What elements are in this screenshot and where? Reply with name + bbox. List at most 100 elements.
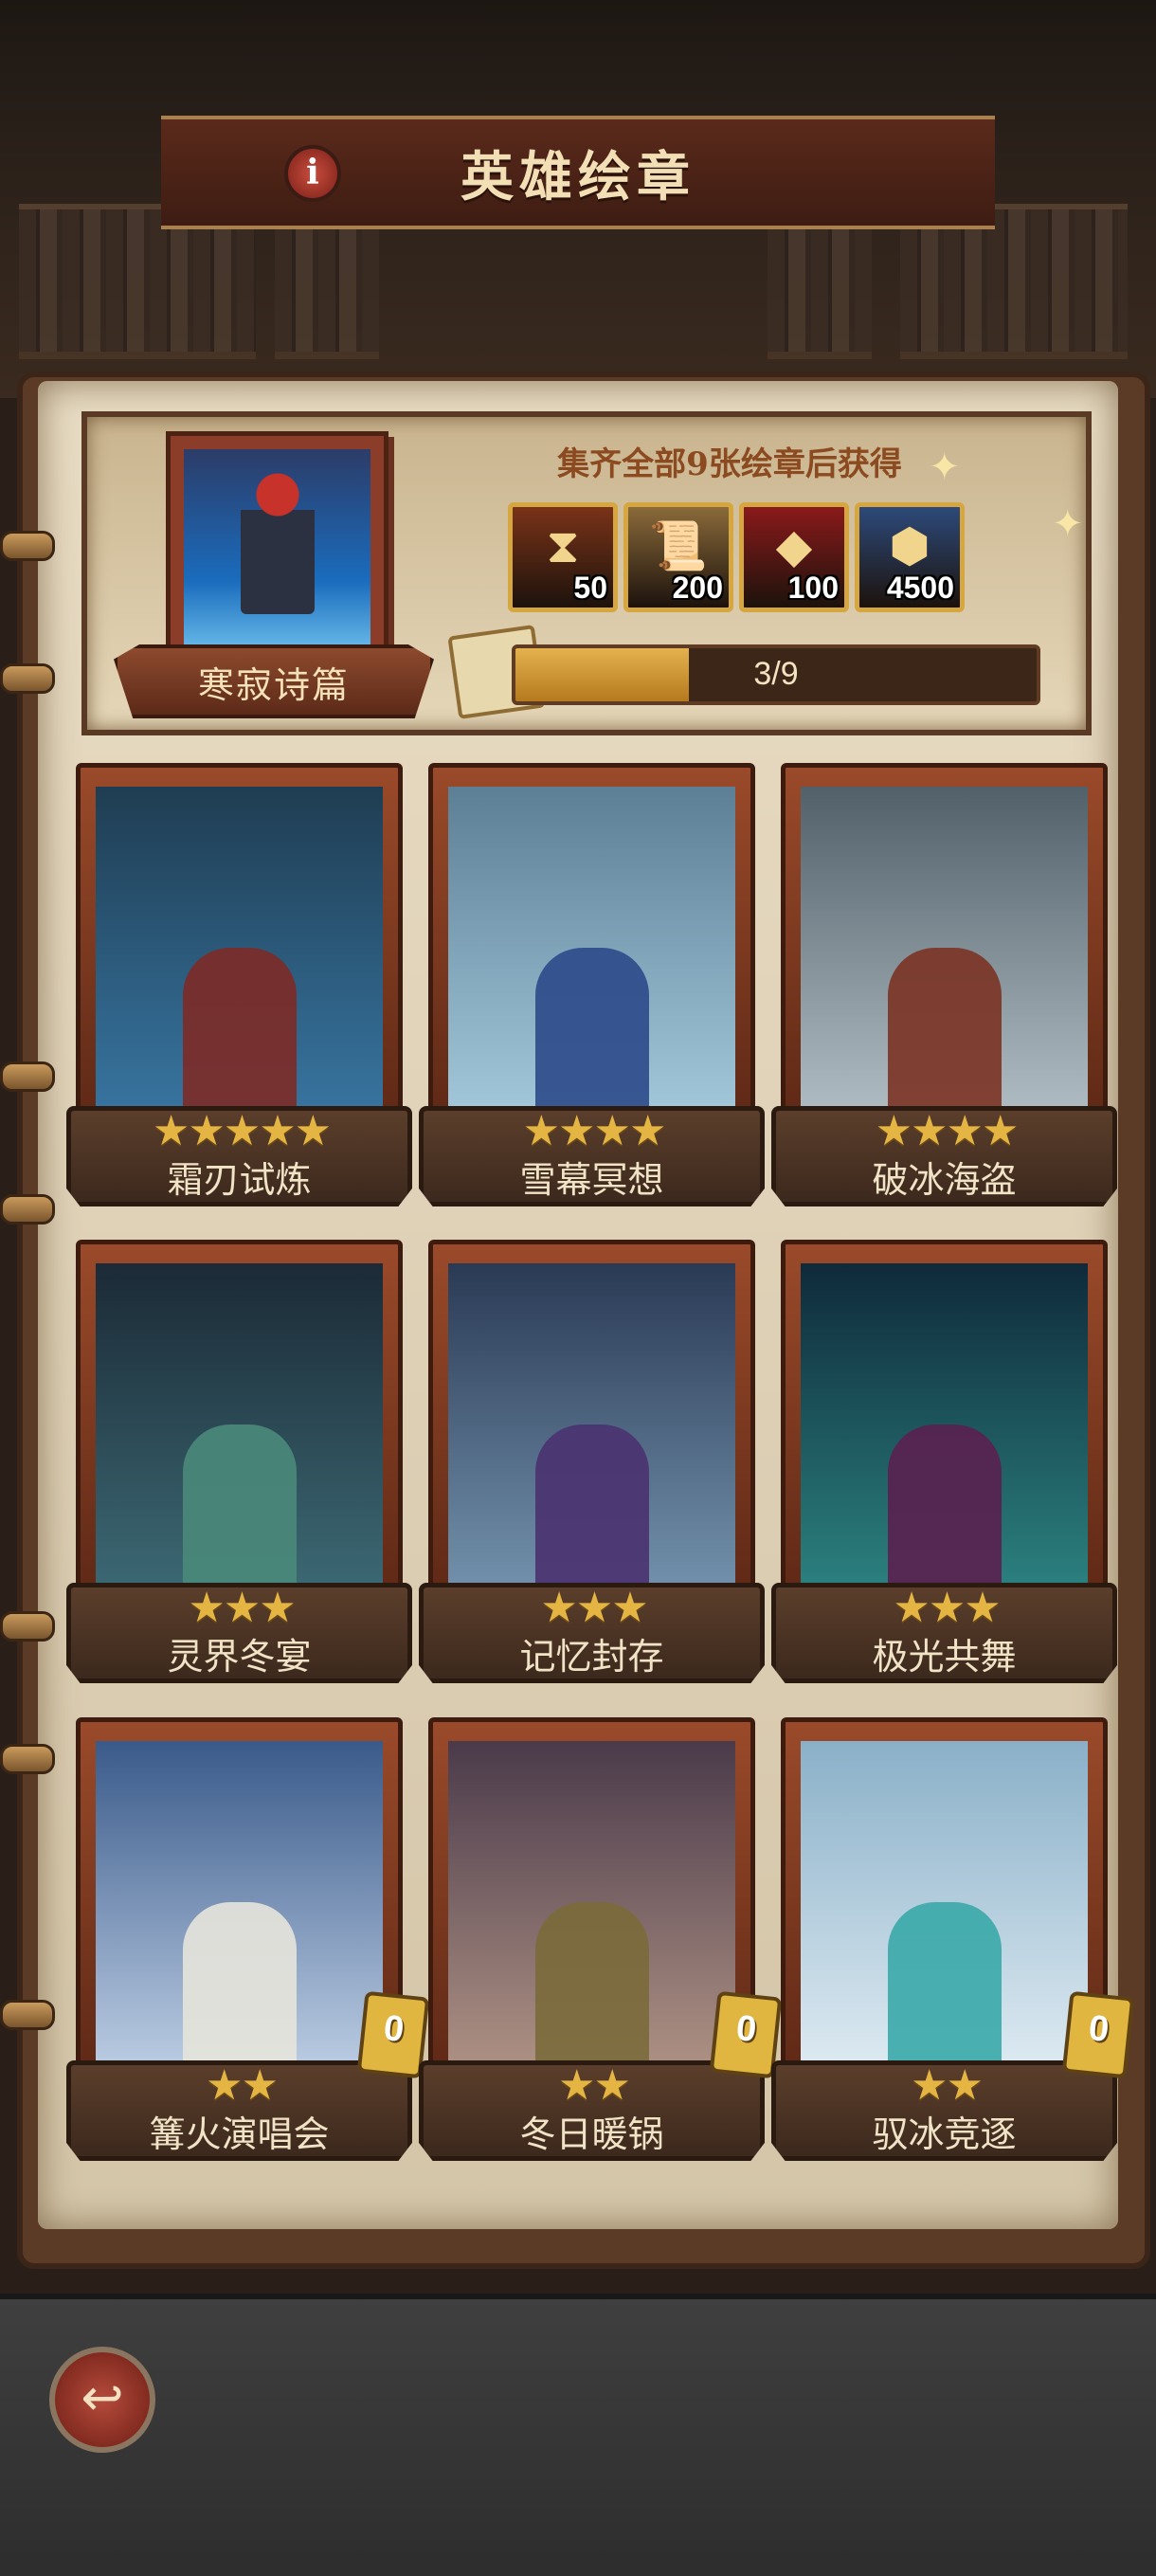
hero-card[interactable]: ★★★★ 雪幕冥想 [419,763,765,1206]
hero-card[interactable]: ★★★ 记忆封存 [419,1240,765,1683]
hero-figure [534,1424,649,1605]
hero-card[interactable]: ★★ 冬日暖锅 0 [419,1717,783,2161]
card-frame [76,763,403,1152]
card-label-plate: ★★ 篝火演唱会 [66,2060,412,2161]
card-label-plate: ★★★ 灵界冬宴 [66,1583,412,1683]
card-illustration [448,787,735,1147]
hero-card[interactable]: ★★ 驭冰竞逐 0 [771,1717,1135,2161]
hero-figure [887,1424,1002,1605]
reward-item[interactable]: ⬢ 4500 [855,502,965,612]
collection-progress-bar: 3/9 [512,644,1040,705]
back-button[interactable]: ↩ [49,2347,155,2453]
star-icon: ★ [611,1585,649,1631]
star-icon: ★ [946,1108,984,1154]
star-icon: ★ [893,1585,930,1631]
reward-item[interactable]: ◆ 100 [739,502,849,612]
star-icon: ★ [522,1108,561,1154]
star-icon: ★ [241,2062,280,2109]
card-illustration [801,1741,1088,2101]
star-icon: ★ [188,1108,226,1154]
card-count-badge: 0 [356,1990,430,2079]
hero-card[interactable]: ★★★ 灵界冬宴 [66,1240,412,1683]
star-icon: ★ [223,1585,262,1631]
card-illustration [96,1263,383,1624]
hero-figure [887,1902,1002,2082]
reward-count: 100 [787,571,839,605]
binder-ring [0,1744,55,1774]
binder-ring [0,1194,55,1225]
star-rating: ★★ [71,2061,407,2110]
reward-item[interactable]: 📜 200 [623,502,733,612]
star-icon: ★ [981,1108,1020,1154]
card-label-plate: ★★★★★ 霜刃试炼 [66,1106,412,1206]
star-icon: ★ [540,1585,578,1631]
star-icon: ★ [911,2062,948,2109]
card-count-badge: 0 [709,1990,783,2079]
hero-card[interactable]: ★★ 篝火演唱会 0 [66,1717,430,2161]
star-icon: ★ [152,1108,190,1154]
card-name: 冬日暖锅 [519,2115,664,2155]
card-illustration [801,1263,1088,1624]
star-icon: ★ [593,1108,632,1154]
star-rating: ★★★ [424,1584,760,1632]
star-icon: ★ [206,2062,244,2109]
card-frame [428,1717,755,2106]
card-count: 0 [733,2008,759,2051]
star-rating: ★★★★ [424,1107,760,1155]
album-name-ribbon: 寒寂诗篇 [114,644,434,718]
scroll-icon: 📜 [648,519,709,572]
hero-figure [887,948,1002,1128]
card-name: 记忆封存 [519,1638,664,1678]
star-rating: ★★★★ [776,1107,1112,1155]
card-illustration [96,1741,383,2101]
red-gem-icon: ◆ [775,519,813,572]
hero-figure [182,1424,297,1605]
star-icon: ★ [259,1108,297,1154]
star-icon: ★ [946,2062,984,2109]
star-rating: ★★★ [71,1584,407,1632]
card-illustration [96,787,383,1147]
card-name: 霜刃试炼 [167,1161,312,1201]
reward-count: 50 [573,571,607,605]
star-rating: ★★ [776,2061,1112,2110]
sparkle-icon: ✦ [929,446,961,488]
reward-count: 4500 [886,571,954,605]
star-icon: ★ [875,1108,913,1154]
card-frame [76,1240,403,1628]
star-icon: ★ [294,1108,333,1154]
hourglass-icon: ⧗ [546,519,580,572]
card-count: 0 [381,2008,406,2051]
album-cover-art [184,449,370,669]
card-frame [781,763,1108,1152]
ore-icon: ⬢ [889,519,930,572]
binder-ring [0,663,55,694]
binder-ring [0,1061,55,1092]
reward-title: 集齐全部9张绘章后获得 [557,445,902,483]
hero-figure [534,1902,649,2082]
album-name: 寒寂诗篇 [197,663,350,706]
hero-card[interactable]: ★★★★★ 霜刃试炼 [66,763,412,1206]
star-icon: ★ [964,1585,1002,1631]
reward-item[interactable]: ⧗ 50 [508,502,618,612]
star-rating: ★★★★★ [71,1107,407,1155]
card-name: 篝火演唱会 [149,2115,330,2155]
page-title: 英雄绘章 [461,145,695,209]
card-label-plate: ★★★★ 雪幕冥想 [419,1106,765,1206]
card-name: 雪幕冥想 [519,1161,664,1201]
hero-card[interactable]: ★★★ 极光共舞 [771,1240,1117,1683]
star-icon: ★ [911,1108,948,1154]
hero-figure [534,948,649,1128]
hero-figure [240,472,315,614]
hero-figure [182,948,297,1128]
hero-card[interactable]: ★★★★ 破冰海盗 [771,763,1117,1206]
card-frame [781,1240,1108,1628]
sparkle-icon: ✦ [1052,503,1084,545]
binder-ring [0,2000,55,2030]
card-frame [76,1717,403,2106]
binder-ring [0,531,55,561]
info-button[interactable]: i [284,145,341,202]
star-rating: ★★ [424,2061,760,2110]
card-name: 驭冰竞逐 [872,2115,1017,2155]
star-icon: ★ [575,1585,614,1631]
card-count: 0 [1086,2008,1111,2051]
